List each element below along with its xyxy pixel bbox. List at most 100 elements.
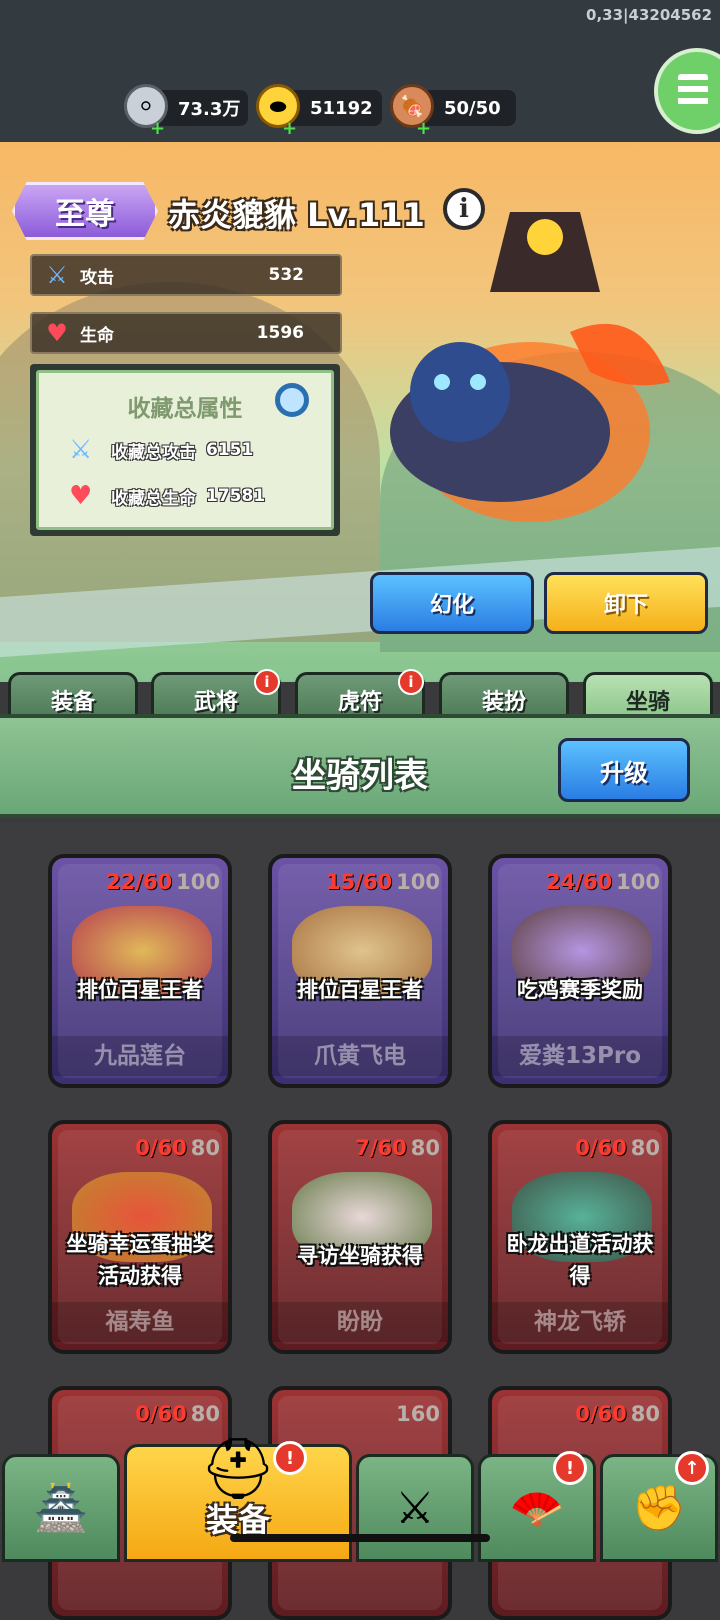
notification-badge: i xyxy=(254,669,280,695)
tab-label: 坐骑 xyxy=(625,690,670,715)
home-indicator xyxy=(230,1534,490,1542)
mount-card[interactable]: 15/60 100 排位百星王者 爪黄飞电 xyxy=(268,854,452,1088)
shard-count: 0/60 xyxy=(135,1136,187,1160)
mount-card[interactable]: 7/60 80 寻访坐骑获得 盼盼 xyxy=(268,1120,452,1354)
nav-fan[interactable]: 🪭 ! xyxy=(478,1451,596,1562)
transform-button[interactable]: 幻化 xyxy=(370,572,534,634)
mount-card[interactable]: 0/60 80 坐骑幸运蛋抽奖活动获得 福寿鱼 xyxy=(48,1120,232,1354)
mount-list-header: 坐骑列表 升级 xyxy=(0,714,720,818)
shard-max: 80 xyxy=(630,1136,660,1160)
stamina-value: 50/50 xyxy=(444,97,501,119)
shard-max: 100 xyxy=(396,870,440,894)
shard-count: 24/60 xyxy=(546,870,613,894)
silver-resource[interactable]: ⚪ + 73.3万 xyxy=(124,84,248,139)
tab-label: 装扮 xyxy=(481,690,526,715)
unequip-button[interactable]: 卸下 xyxy=(544,572,708,634)
tab-label: 武将 xyxy=(193,690,238,715)
mount-card-name: 九品莲台 xyxy=(52,1036,228,1076)
obtain-method: 排位百星王者 xyxy=(77,978,203,1002)
collection-attack-value: 6151 xyxy=(206,440,254,460)
version-text: 0,33|43204562 xyxy=(586,6,712,24)
hp-label: 生命 xyxy=(80,325,114,346)
nav-equipment[interactable]: ⛑ ! 装备 xyxy=(124,1434,352,1562)
obtain-method: 排位百星王者 xyxy=(297,978,423,1002)
mount-card[interactable]: 22/60 100 排位百星王者 九品莲台 xyxy=(48,854,232,1088)
hp-value: 1596 xyxy=(256,323,304,343)
shard-count: 0/60 xyxy=(575,1402,627,1426)
obtain-method: 坐骑幸运蛋抽奖活动获得 xyxy=(66,1232,214,1288)
magnifier-icon[interactable] xyxy=(275,383,309,417)
mount-card[interactable]: 0/60 80 卧龙出道活动获得 神龙飞轿 xyxy=(488,1120,672,1354)
mount-card-name: 爱粪13Pro xyxy=(492,1036,668,1076)
obtain-method: 吃鸡赛季奖励 xyxy=(517,978,643,1002)
tab-label: 虎符 xyxy=(337,690,382,715)
rank-badge: 至尊 xyxy=(12,182,158,240)
attack-stat: ⚔ 攻击 532 xyxy=(30,254,342,296)
mount-hero-image xyxy=(390,212,670,522)
menu-button[interactable] xyxy=(654,48,720,134)
mount-card-name: 神龙飞轿 xyxy=(492,1302,668,1342)
stamina-resource[interactable]: 🍖 + 50/50 xyxy=(390,84,516,139)
collection-attack: ⚔ 收藏总攻击 6151 xyxy=(69,435,253,465)
nav-training[interactable]: ✊ ↑ xyxy=(600,1451,718,1562)
category-tabs: 装备 武将 i 虎符 i 装扮 坐骑 xyxy=(0,668,720,718)
tab-label: 装备 xyxy=(50,690,95,715)
shard-max: 100 xyxy=(616,870,660,894)
collection-panel: 收藏总属性 ⚔ 收藏总攻击 6151 ♥ 收藏总生命 17581 xyxy=(30,364,340,536)
silver-value: 73.3万 xyxy=(178,99,241,120)
gold-resource[interactable]: ⬬ + 51192 xyxy=(256,84,382,139)
mount-scene: 至尊 赤炎貔貅 Lv.111 i ⚔ 攻击 532 ♥ 生命 1596 收藏总属… xyxy=(0,142,720,682)
add-stamina-icon[interactable]: + xyxy=(416,118,431,139)
heart-icon: ♥ xyxy=(46,319,68,347)
tab-mount[interactable]: 坐骑 xyxy=(583,672,713,718)
notification-badge: ! xyxy=(273,1441,307,1475)
upgrade-arrow-icon: ↑ xyxy=(675,1451,709,1485)
top-bar: 0,33|43204562 ⚪ + 73.3万 ⬬ + 51192 🍖 + 50… xyxy=(0,0,720,142)
shard-max: 160 xyxy=(396,1402,440,1426)
upgrade-button[interactable]: 升级 xyxy=(558,738,690,802)
shard-max: 80 xyxy=(410,1136,440,1160)
tab-generals[interactable]: 武将 i xyxy=(151,669,281,718)
nav-castle[interactable]: 🏯 xyxy=(2,1454,120,1562)
fist-icon: ✊ xyxy=(631,1483,687,1534)
notification-badge: ! xyxy=(553,1451,587,1485)
nav-battle[interactable]: ⚔ xyxy=(356,1454,474,1562)
attack-value: 532 xyxy=(268,265,305,285)
hp-stat: ♥ 生命 1596 xyxy=(30,312,342,354)
shard-count: 0/60 xyxy=(575,1136,627,1160)
heart-icon: ♥ xyxy=(69,481,93,511)
tab-costume[interactable]: 装扮 xyxy=(439,672,569,718)
collection-hp-value: 17581 xyxy=(206,486,266,506)
add-gold-icon[interactable]: + xyxy=(282,118,297,139)
obtain-method: 寻访坐骑获得 xyxy=(297,1244,423,1268)
shard-max: 80 xyxy=(190,1136,220,1160)
sword-icon: ⚔ xyxy=(46,261,68,289)
sword-icon: ⚔ xyxy=(69,435,93,465)
collection-hp-label: 收藏总生命 xyxy=(111,488,196,509)
shield-swords-icon: ⚔ xyxy=(395,1482,435,1534)
mount-card-name: 盼盼 xyxy=(272,1302,448,1342)
mount-card[interactable]: 24/60 100 吃鸡赛季奖励 爱粪13Pro xyxy=(488,854,672,1088)
obtain-method: 卧龙出道活动获得 xyxy=(506,1232,654,1288)
notification-badge: i xyxy=(398,669,424,695)
mount-card-name: 爪黄飞电 xyxy=(272,1036,448,1076)
gold-value: 51192 xyxy=(310,97,373,119)
attack-label: 攻击 xyxy=(80,267,114,288)
menu-icon xyxy=(678,74,708,110)
helmet-icon: ⛑ xyxy=(199,1434,277,1504)
shard-max: 80 xyxy=(190,1402,220,1426)
shard-count: 15/60 xyxy=(326,870,393,894)
fan-icon: 🪭 xyxy=(509,1483,565,1534)
add-silver-icon[interactable]: + xyxy=(150,118,165,139)
shard-count: 0/60 xyxy=(135,1402,187,1426)
shard-max: 100 xyxy=(176,870,220,894)
mount-card-name: 福寿鱼 xyxy=(52,1302,228,1342)
shard-max: 80 xyxy=(630,1402,660,1426)
tab-equipment[interactable]: 装备 xyxy=(8,672,138,718)
mount-grid: 22/60 100 排位百星王者 九品莲台 15/60 100 排位百星王者 爪黄飞… xyxy=(0,822,720,1620)
collection-hp: ♥ 收藏总生命 17581 xyxy=(69,481,265,511)
shard-count: 7/60 xyxy=(355,1136,407,1160)
collection-attack-label: 收藏总攻击 xyxy=(111,442,196,463)
tab-tiger-tally[interactable]: 虎符 i xyxy=(295,669,425,718)
castle-icon: 🏯 xyxy=(33,1483,89,1534)
